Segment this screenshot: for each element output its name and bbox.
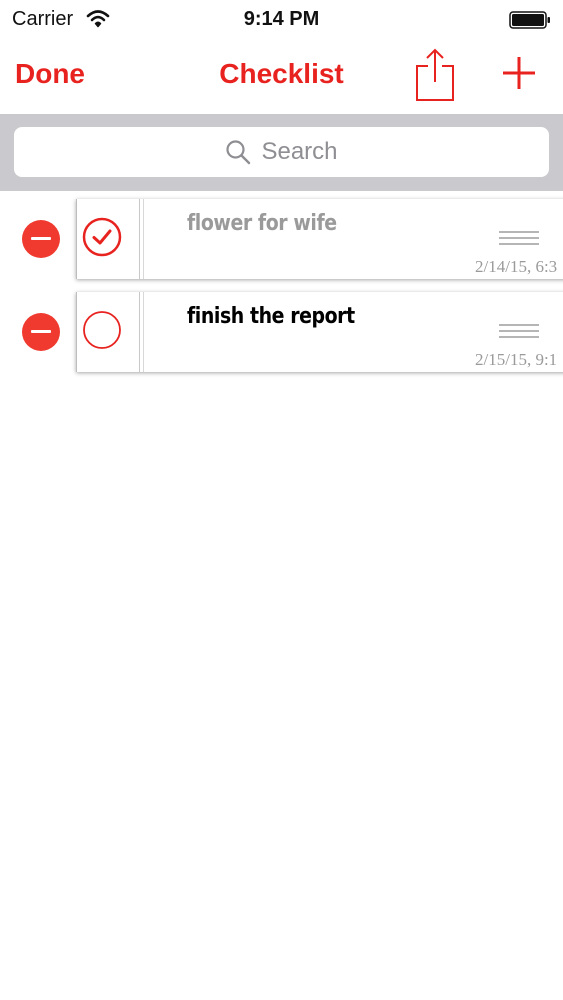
minus-icon [31, 237, 51, 240]
plus-icon[interactable] [500, 54, 538, 92]
check-cell [77, 199, 144, 279]
list-item: finish the report 2/15/15, 9:1 [0, 292, 563, 384]
list-item: flower for wife 2/14/15, 6:3 [0, 199, 563, 291]
item-date: 2/15/15, 9:1 [475, 350, 558, 369]
item-card[interactable]: flower for wife 2/14/15, 6:3 [76, 199, 563, 279]
navigation-bar: Done Checklist [0, 40, 563, 115]
search-icon [226, 140, 251, 165]
delete-button[interactable] [22, 313, 60, 351]
search-placeholder: Search [261, 138, 338, 165]
checked-circle-icon[interactable] [81, 216, 123, 258]
check-cell [77, 292, 144, 372]
search-input[interactable]: Search [14, 127, 549, 177]
search-bar: Search [0, 115, 563, 191]
item-card[interactable]: finish the report 2/15/15, 9:1 [76, 292, 563, 372]
drag-handle-icon[interactable] [499, 231, 539, 247]
item-title: finish the report [187, 304, 355, 329]
status-time: 9:14 PM [243, 8, 320, 30]
share-icon[interactable] [414, 46, 456, 102]
status-bar: Carrier 9:14 PM [0, 0, 563, 40]
drag-handle-icon[interactable] [499, 324, 539, 340]
item-date: 2/14/15, 6:3 [475, 257, 558, 276]
unchecked-circle-icon[interactable] [81, 309, 123, 351]
item-title: flower for wife [187, 211, 337, 236]
minus-icon [31, 330, 51, 333]
delete-button[interactable] [22, 220, 60, 258]
battery-full-icon [509, 11, 550, 29]
page-title: Checklist [219, 58, 344, 89]
